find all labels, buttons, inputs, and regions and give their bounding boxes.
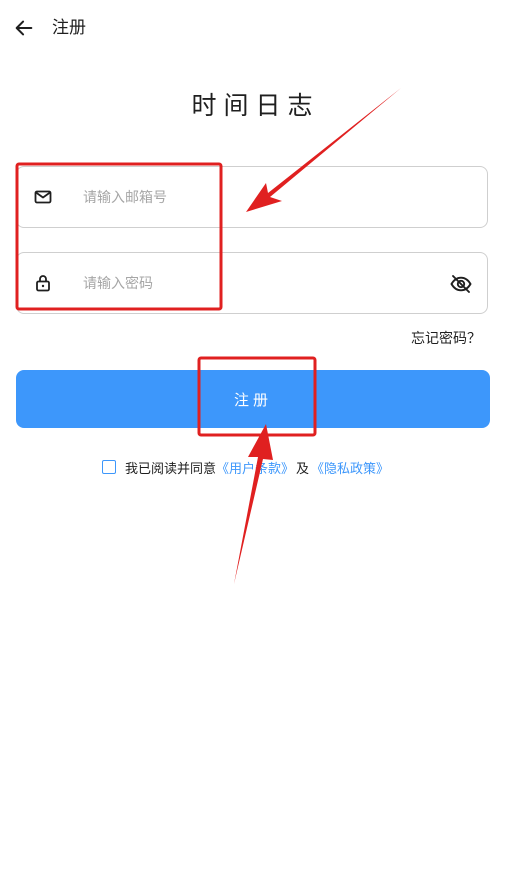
eye-off-icon[interactable] <box>449 272 473 296</box>
app-header: 注册 <box>0 0 511 56</box>
agreement-row: 我已阅读并同意 《用户条款》 及 《隐私政策》 <box>102 456 389 478</box>
back-button[interactable] <box>10 14 38 42</box>
password-field-container <box>16 252 488 314</box>
annotation-arrow-bottom <box>234 424 273 584</box>
mail-icon <box>34 190 52 204</box>
arrow-left-icon <box>15 20 33 36</box>
agreement-text: 我已阅读并同意 <box>125 461 217 477</box>
agreement-checkbox[interactable] <box>102 460 116 474</box>
header-title: 注册 <box>52 18 86 38</box>
forgot-password-link[interactable]: 忘记密码？ <box>411 328 481 348</box>
register-button[interactable]: 注册 <box>16 370 490 428</box>
email-input[interactable] <box>81 182 445 214</box>
app-title: 时间日志 <box>191 91 320 120</box>
register-page: 注册 时间日志 忘记密码？ 注册 我已阅读并同意 《用户条款》 及 《隐私政策》 <box>0 0 511 895</box>
terms-link[interactable]: 《用户条款》 <box>216 458 294 477</box>
privacy-link[interactable]: 《隐私政策》 <box>311 458 389 477</box>
email-field-container <box>16 166 488 228</box>
tutorial-annotation-overlay <box>15 88 401 584</box>
lock-icon <box>36 275 50 292</box>
password-input[interactable] <box>81 268 445 300</box>
agreement-and-text: 及 <box>296 461 310 477</box>
